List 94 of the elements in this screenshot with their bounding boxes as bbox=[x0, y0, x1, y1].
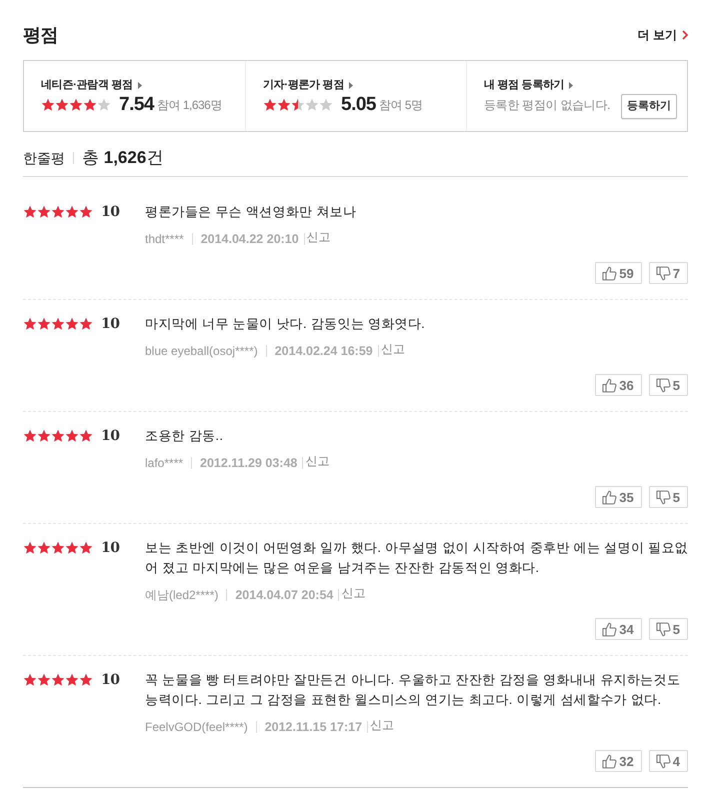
star-icon bbox=[51, 429, 65, 443]
thumbs-up-icon bbox=[602, 490, 618, 504]
half-star-icon bbox=[291, 98, 305, 112]
star-icon bbox=[51, 317, 65, 331]
star-icon bbox=[37, 317, 51, 331]
thumbs-up-icon bbox=[602, 754, 618, 768]
like-button[interactable]: 59 bbox=[595, 262, 642, 284]
review-score: 10 bbox=[101, 539, 120, 558]
thumbs-down-icon bbox=[656, 754, 671, 768]
like-button[interactable]: 36 bbox=[595, 374, 642, 396]
review-score: 10 bbox=[101, 427, 120, 446]
star-icon bbox=[37, 541, 51, 555]
average-score: 7.54 bbox=[119, 94, 154, 116]
like-button[interactable]: 34 bbox=[595, 618, 642, 640]
star-icon bbox=[23, 541, 37, 555]
star-icon bbox=[79, 673, 93, 687]
review-text: 조용한 감동.. bbox=[145, 427, 224, 445]
thumbs-up-icon bbox=[602, 378, 618, 392]
dislike-button[interactable]: 5 bbox=[648, 486, 688, 508]
review-text: 평론가들은 무슨 액션영화만 쳐보나 bbox=[145, 203, 358, 221]
star-icon bbox=[55, 98, 69, 112]
review-score: 10 bbox=[101, 671, 120, 690]
empty-rating-message: 등록한 평점이 없습니다. bbox=[484, 97, 610, 113]
report-link[interactable]: 신고 bbox=[306, 228, 331, 246]
star-icon bbox=[37, 673, 51, 687]
star-icon bbox=[65, 541, 79, 555]
register-button[interactable]: 등록하기 bbox=[621, 94, 677, 119]
star-icon bbox=[65, 673, 79, 687]
report-link[interactable]: 신고 bbox=[370, 716, 394, 734]
review-author: thdt**** bbox=[145, 231, 184, 248]
review-date: 2014.04.22 20:10 bbox=[200, 231, 299, 248]
star-icon bbox=[51, 673, 65, 687]
dislike-button[interactable]: 5 bbox=[648, 618, 688, 640]
review-text: 마지막에 너무 눈물이 낫다. 감동잇는 영화엿다. bbox=[145, 315, 426, 333]
thumbs-up-icon bbox=[602, 266, 618, 280]
star-icon bbox=[65, 205, 79, 219]
star-icon bbox=[277, 98, 291, 112]
star-icon bbox=[79, 429, 93, 443]
star-icon bbox=[79, 205, 93, 219]
review-date: 2014.02.24 16:59 bbox=[274, 343, 373, 360]
star-icon bbox=[23, 673, 37, 687]
review-date: 2012.11.15 17:17 bbox=[264, 719, 362, 736]
like-button[interactable]: 35 bbox=[595, 486, 642, 508]
thumbs-down-icon bbox=[656, 622, 671, 636]
report-link[interactable]: 신고 bbox=[341, 584, 366, 602]
star-icon bbox=[263, 98, 277, 112]
star-icon bbox=[65, 317, 79, 331]
average-score: 5.05 bbox=[341, 94, 376, 116]
review-date: 2014.04.07 20:54 bbox=[235, 587, 334, 604]
chevron-right-icon bbox=[682, 30, 688, 40]
participant-count: 참여 5명 bbox=[378, 97, 422, 113]
more-link[interactable]: 더 보기 bbox=[638, 27, 688, 43]
star-icon bbox=[23, 205, 37, 219]
report-link[interactable]: 신고 bbox=[305, 452, 330, 470]
star-icon bbox=[51, 541, 65, 555]
summary-label-link[interactable]: 내 평점 등록하기 bbox=[484, 77, 574, 93]
section-title: 평점 bbox=[23, 24, 58, 46]
dislike-button[interactable]: 7 bbox=[648, 262, 688, 284]
review-date: 2012.11.29 03:48 bbox=[200, 455, 298, 472]
participant-count: 참여 1,636명 bbox=[156, 97, 222, 113]
star-icon bbox=[79, 541, 93, 555]
star-icon bbox=[51, 205, 65, 219]
star-icon bbox=[41, 98, 55, 112]
reviews-title: 한줄평 bbox=[23, 149, 65, 168]
star-icon bbox=[79, 317, 93, 331]
star-icon bbox=[23, 317, 37, 331]
review-author: blue eyeball(osoj****) bbox=[145, 343, 258, 360]
review-score: 10 bbox=[101, 203, 120, 222]
review-text: 꼭 눈물을 빵 터트려야만 잘만든건 아니다. 우울하고 잔잔한 감정을 영화내내 유지하는것도 능력이다. 그리고 그 감정을 표현한 윌스미스의 연기는 최고다. 이렇게 섬세할수가 없다. bbox=[145, 671, 682, 709]
thumbs-down-icon bbox=[656, 378, 671, 392]
thumbs-up-icon bbox=[602, 622, 618, 636]
thumbs-down-icon bbox=[656, 266, 671, 280]
star-icon bbox=[65, 429, 79, 443]
dislike-button[interactable]: 4 bbox=[648, 750, 688, 772]
dislike-button[interactable]: 5 bbox=[648, 374, 688, 396]
summary-label-link[interactable]: 네티즌·관람객 평점 bbox=[41, 77, 142, 93]
review-total-count: 총 1,626건 bbox=[82, 147, 164, 169]
star-icon bbox=[37, 205, 51, 219]
star-icon bbox=[83, 98, 97, 112]
review-author: lafo**** bbox=[145, 455, 184, 472]
star-icon bbox=[37, 429, 51, 443]
like-button[interactable]: 32 bbox=[595, 750, 642, 772]
triangle-icon bbox=[349, 82, 354, 88]
review-score: 10 bbox=[101, 315, 120, 334]
review-author: 예남(led2****) bbox=[145, 587, 218, 604]
review-text: 보는 초반엔 이것이 어떤영화 일까 했다. 아무설명 없이 시작하여 중후반 에는 설명이 필요없어 졌고 마지막에는 많은 여운을 남겨주는 잔잔한 감동적인 영화다. bbox=[145, 539, 688, 577]
star-icon bbox=[69, 98, 83, 112]
review-author: FeelvGOD(feel****) bbox=[145, 719, 248, 736]
star-icon bbox=[23, 429, 37, 443]
triangle-icon bbox=[569, 82, 574, 88]
thumbs-down-icon bbox=[656, 490, 671, 504]
summary-label-link[interactable]: 기자·평론가 평점 bbox=[263, 77, 354, 93]
report-link[interactable]: 신고 bbox=[380, 340, 405, 358]
triangle-icon bbox=[138, 82, 142, 88]
